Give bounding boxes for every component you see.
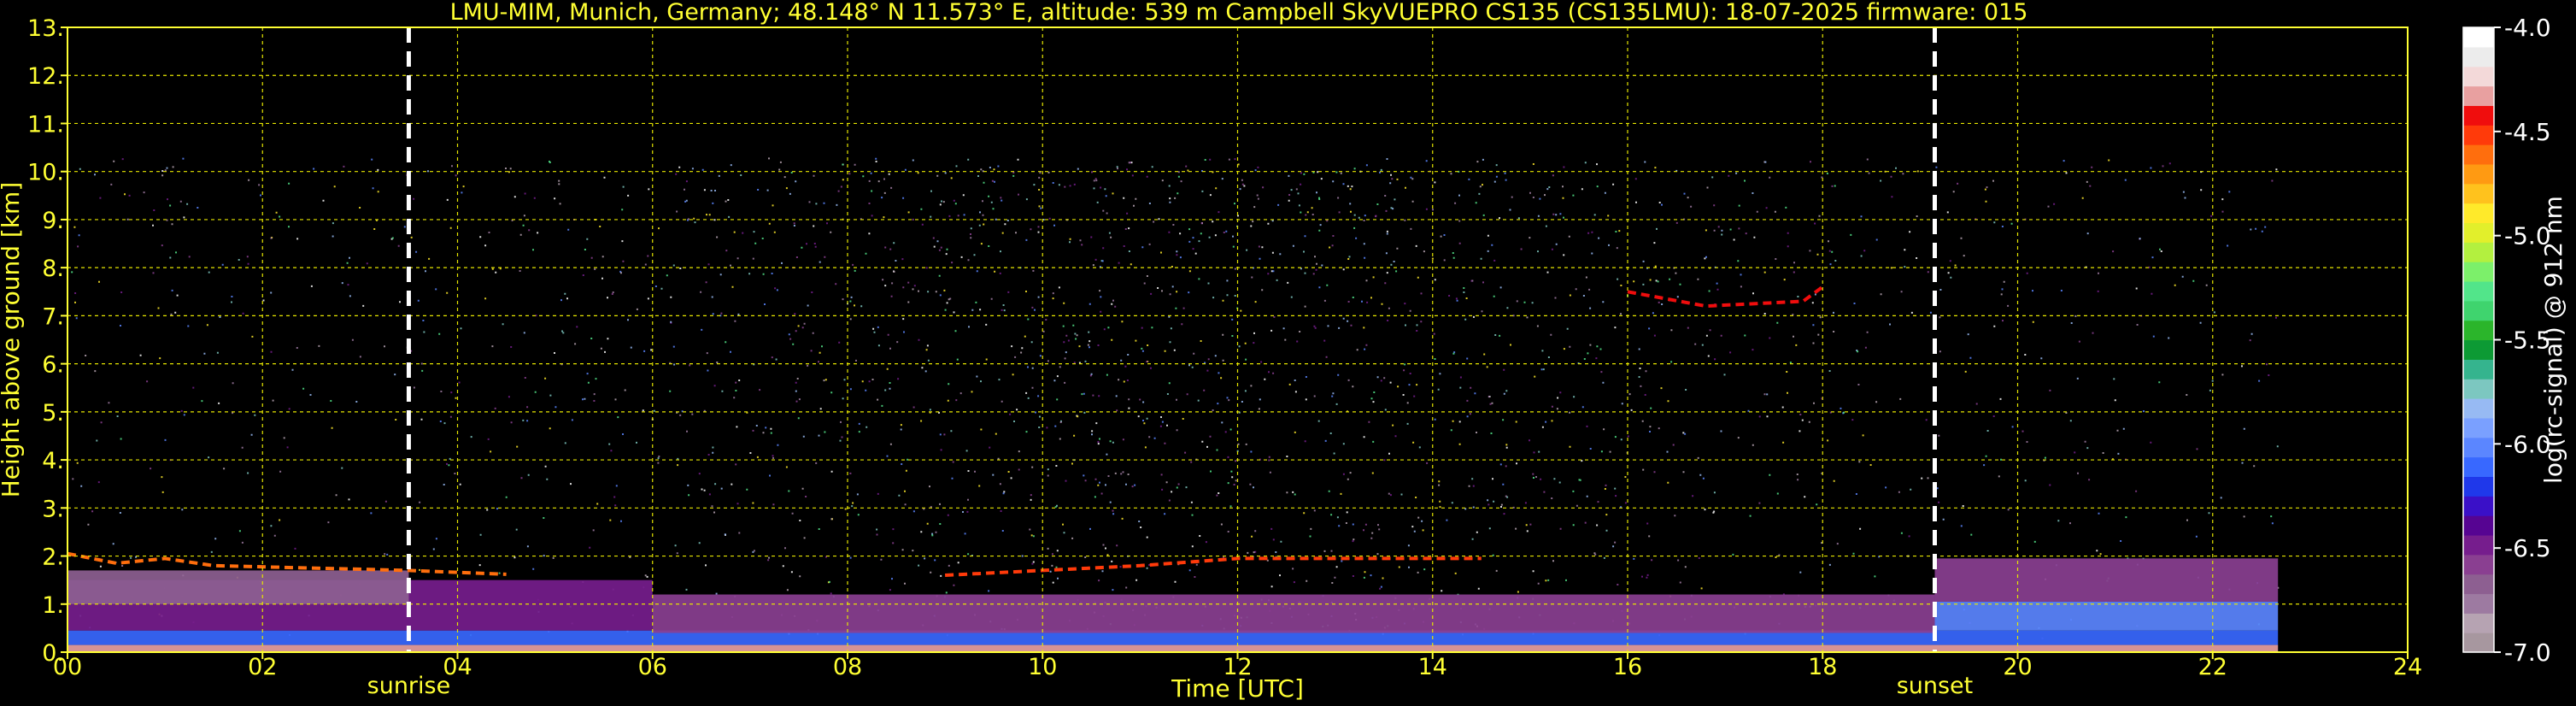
y-tick-label: 9. — [42, 208, 64, 234]
ceilometer-chart: LMU-MIM, Munich, Germany; 48.148° N 11.5… — [0, 0, 2576, 706]
colorbar-segment — [2463, 27, 2494, 48]
colorbar-segment — [2463, 554, 2494, 575]
y-tick-label: 7. — [42, 303, 64, 330]
colorbar-segment — [2463, 222, 2494, 243]
y-tick-label: 12. — [27, 63, 64, 90]
colorbar-segment — [2463, 534, 2494, 556]
y-tick-label: 5. — [42, 400, 64, 427]
chart-title: LMU-MIM, Munich, Germany; 48.148° N 11.5… — [450, 0, 2028, 26]
x-tick-label: 02 — [248, 654, 277, 680]
event-label-sunset: sunset — [1897, 673, 1974, 699]
colorbar-segment — [2463, 85, 2494, 106]
colorbar — [2462, 26, 2495, 653]
y-tick-label: 2. — [42, 544, 64, 571]
colorbar-segment — [2463, 66, 2494, 87]
aerosol-layer — [1934, 558, 2279, 602]
colorbar-segment — [2463, 262, 2494, 282]
colorbar-segment — [2463, 593, 2494, 614]
y-tick-label: 8. — [42, 256, 64, 282]
colorbar-segment — [2463, 163, 2494, 185]
colorbar-segment — [2463, 476, 2494, 497]
y-tick-label: 13. — [27, 15, 64, 42]
colorbar-segment — [2463, 574, 2494, 595]
x-tick-label: 18 — [1808, 654, 1837, 680]
y-tick-label: 0. — [42, 640, 64, 667]
x-tick-label: 06 — [638, 654, 667, 680]
y-tick-label: 3. — [42, 496, 64, 522]
colorbar-segment — [2463, 300, 2494, 321]
colorbar-segment — [2463, 203, 2494, 224]
colorbar-tick-label: -4.5 — [2504, 118, 2551, 146]
plot-area — [67, 26, 2409, 653]
colorbar-segment — [2463, 242, 2494, 262]
x-tick-label: 16 — [1613, 654, 1642, 680]
y-tick-label: 10. — [27, 160, 64, 186]
aerosol-layer — [1934, 601, 2279, 631]
colorbar-segment — [2463, 144, 2494, 165]
x-tick-label: 10 — [1028, 654, 1057, 680]
aerosol-layer — [67, 644, 2279, 652]
x-tick-label: 22 — [2198, 654, 2227, 680]
x-tick-label: 20 — [2003, 654, 2032, 680]
aerosol-layer — [67, 570, 409, 604]
colorbar-segment — [2463, 280, 2494, 302]
colorbar-tick-label: -4.0 — [2504, 14, 2551, 42]
colorbar-segment — [2463, 632, 2494, 653]
y-axis-label: Height above ground [km] — [0, 182, 25, 498]
colorbar-label: log(rc-signal) @ 912 nm — [2539, 196, 2567, 484]
colorbar-tick-label: -7.0 — [2504, 638, 2551, 667]
colorbar-segment — [2463, 339, 2494, 360]
y-tick-label: 1. — [42, 592, 64, 619]
event-label-sunrise: sunrise — [367, 673, 451, 699]
y-tick-label: 4. — [42, 448, 64, 474]
colorbar-segment — [2463, 437, 2494, 458]
colorbar-segment — [2463, 417, 2494, 438]
colorbar-segment — [2463, 379, 2494, 399]
y-tick-label: 11. — [27, 111, 64, 138]
colorbar-segment — [2463, 320, 2494, 341]
colorbar-segment — [2463, 515, 2494, 536]
colorbar-segment — [2463, 456, 2494, 478]
y-tick-label: 6. — [42, 352, 64, 379]
x-tick-label: 14 — [1418, 654, 1447, 680]
aerosol-layer — [652, 594, 1935, 633]
x-tick-label: 24 — [2393, 654, 2422, 680]
colorbar-tick-label: -6.5 — [2504, 534, 2551, 562]
colorbar-segment — [2463, 359, 2494, 379]
x-axis-label: Time [UTC] — [1171, 674, 1304, 703]
colorbar-segment — [2463, 613, 2494, 633]
x-tick-label: 08 — [833, 654, 862, 680]
colorbar-segment — [2463, 398, 2494, 419]
colorbar-segment — [2463, 125, 2494, 145]
colorbar-segment — [2463, 183, 2494, 204]
colorbar-segment — [2463, 46, 2494, 68]
colorbar-segment — [2463, 496, 2494, 516]
colorbar-segment — [2463, 105, 2494, 126]
